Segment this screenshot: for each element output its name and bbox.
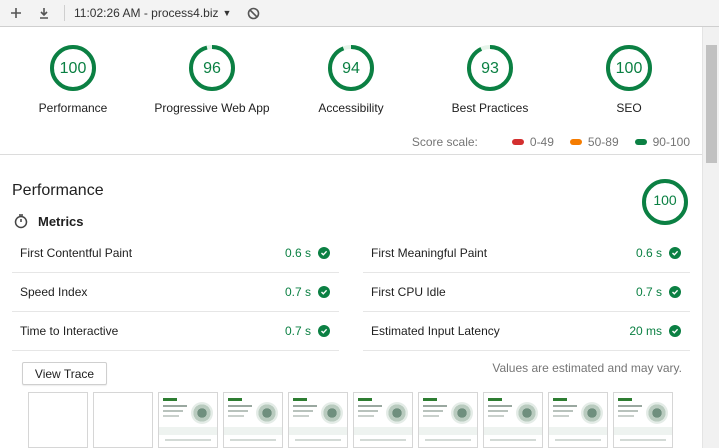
gauge-label: Accessibility (318, 101, 384, 115)
block-icon[interactable] (245, 5, 261, 21)
scale-range-label: 50-89 (587, 135, 619, 149)
gauge-score: 100 (59, 60, 87, 77)
filmstrip-frame (353, 392, 413, 448)
gauge-score: 94 (342, 60, 360, 77)
stopwatch-icon (13, 213, 29, 229)
estimate-note: Values are estimated and may vary. (492, 361, 682, 375)
gauge-label: Performance (38, 101, 108, 115)
metrics-header: Metrics (13, 213, 84, 229)
metrics-title: Metrics (38, 213, 84, 229)
section-divider (0, 154, 702, 155)
lighthouse-report: 100 Performance 96 Progressive Web App 9… (0, 27, 702, 448)
metric-row: Speed Index 0.7 s (12, 273, 339, 312)
filmstrip-frame (613, 392, 673, 448)
filmstrip-frame (158, 392, 218, 448)
average-indicator-icon (569, 139, 582, 145)
filmstrip-frame (223, 392, 283, 448)
check-icon (669, 247, 681, 259)
category-gauges: 100 Performance 96 Progressive Web App 9… (0, 27, 702, 127)
metric-row: First CPU Idle 0.7 s (363, 273, 690, 312)
scale-range-label: 0-49 (529, 135, 554, 149)
gauge-label: Best Practices (451, 101, 529, 115)
gauge-best-practices[interactable]: 93 Best Practices (420, 44, 560, 115)
report-selector-label: 11:02:26 AM - process4.biz (74, 6, 219, 20)
filmstrip-frame (28, 392, 88, 448)
gauge-accessibility[interactable]: 94 Accessibility (281, 44, 421, 115)
metric-row: First Contentful Paint 0.6 s (12, 234, 339, 273)
gauge-score: 100 (615, 60, 643, 77)
metric-value: 0.7 s (284, 324, 311, 338)
metric-value: 20 ms (629, 324, 662, 338)
gauge-seo[interactable]: 100 SEO (559, 44, 699, 115)
score-scale-title: Score scale: (411, 135, 478, 149)
section-title: Performance (12, 182, 104, 199)
gauge-score: 93 (481, 60, 499, 77)
scrollbar-thumb[interactable] (706, 45, 717, 163)
filmstrip-frame (418, 392, 478, 448)
check-icon (669, 325, 681, 337)
caret-down-icon: ▼ (222, 8, 232, 18)
fail-indicator-icon (511, 139, 524, 145)
metric-row: First Meaningful Paint 0.6 s (363, 234, 690, 273)
filmstrip-frame (93, 392, 153, 448)
metric-value: 0.6 s (284, 246, 311, 260)
download-icon[interactable] (36, 5, 52, 21)
gauge-label: Progressive Web App (154, 101, 270, 115)
scale-range-average: 50-89 (569, 135, 619, 149)
performance-section-gauge: 100 (641, 178, 689, 226)
view-trace-button[interactable]: View Trace (22, 362, 107, 385)
metric-name: Speed Index (20, 285, 88, 299)
scale-range-fail: 0-49 (511, 135, 554, 149)
metric-name: First Meaningful Paint (371, 246, 488, 260)
filmstrip-frame (548, 392, 608, 448)
check-icon (669, 286, 681, 298)
metric-name: Time to Interactive (20, 324, 119, 338)
toolbar-separator (64, 5, 65, 21)
check-icon (318, 247, 330, 259)
vertical-scrollbar[interactable] (702, 27, 719, 448)
metric-value: 0.7 s (284, 285, 311, 299)
gauge-label: SEO (616, 101, 642, 115)
metric-name: First Contentful Paint (20, 246, 133, 260)
report-selector[interactable]: 11:02:26 AM - process4.biz ▼ (74, 6, 231, 20)
metric-value: 0.7 s (635, 285, 662, 299)
filmstrip (28, 392, 673, 448)
scale-range-pass: 90-100 (634, 135, 690, 149)
score-scale: Score scale: 0-49 50-89 90-100 (412, 135, 690, 149)
metric-name: Estimated Input Latency (371, 324, 500, 338)
filmstrip-frame (483, 392, 543, 448)
gauge-score: 96 (203, 60, 221, 77)
scale-range-label: 90-100 (652, 135, 690, 149)
gauge-pwa[interactable]: 96 Progressive Web App (142, 44, 282, 115)
check-icon (318, 325, 330, 337)
metric-value: 0.6 s (635, 246, 662, 260)
filmstrip-frame (288, 392, 348, 448)
gauge-performance[interactable]: 100 Performance (3, 44, 143, 115)
gauge-score: 100 (653, 192, 677, 208)
metric-row: Estimated Input Latency 20 ms (363, 312, 690, 351)
metric-row: Time to Interactive 0.7 s (12, 312, 339, 351)
plus-icon[interactable] (8, 5, 24, 21)
devtools-toolbar: 11:02:26 AM - process4.biz ▼ (0, 0, 719, 27)
pass-indicator-icon (634, 139, 647, 145)
metric-name: First CPU Idle (371, 285, 446, 299)
check-icon (318, 286, 330, 298)
